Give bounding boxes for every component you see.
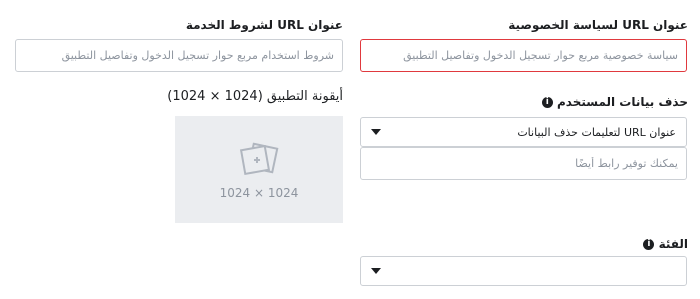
app-icon-upload[interactable]: 1024 × 1024 [175, 116, 343, 223]
category-select[interactable] [360, 256, 687, 286]
chevron-down-icon [371, 268, 381, 274]
category-header: الفئة i [639, 237, 688, 251]
chevron-down-icon [371, 129, 381, 135]
privacy-url-input[interactable] [360, 39, 687, 72]
info-icon[interactable]: i [541, 97, 553, 108]
category-label: الفئة [658, 237, 688, 251]
terms-url-label: عنوان URL لشروط الخدمة [185, 18, 343, 32]
info-icon[interactable]: i [643, 239, 655, 250]
data-deletion-header: حذف بيانات المستخدم i [538, 95, 688, 109]
data-deletion-label: حذف بيانات المستخدم [556, 95, 688, 109]
data-deletion-select-value: عنوان URL لتعليمات حذف البيانات [517, 125, 676, 139]
data-deletion-url-input[interactable] [360, 147, 687, 180]
data-deletion-select[interactable]: عنوان URL لتعليمات حذف البيانات [360, 117, 687, 147]
image-placeholder-icon [239, 142, 279, 175]
privacy-url-label: عنوان URL لسياسة الخصوصية [508, 18, 688, 32]
app-icon-dimensions: 1024 × 1024 [219, 185, 299, 200]
app-icon-label: أيقونة التطبيق (1024 × 1024) [167, 89, 343, 104]
terms-url-input[interactable] [15, 39, 343, 72]
